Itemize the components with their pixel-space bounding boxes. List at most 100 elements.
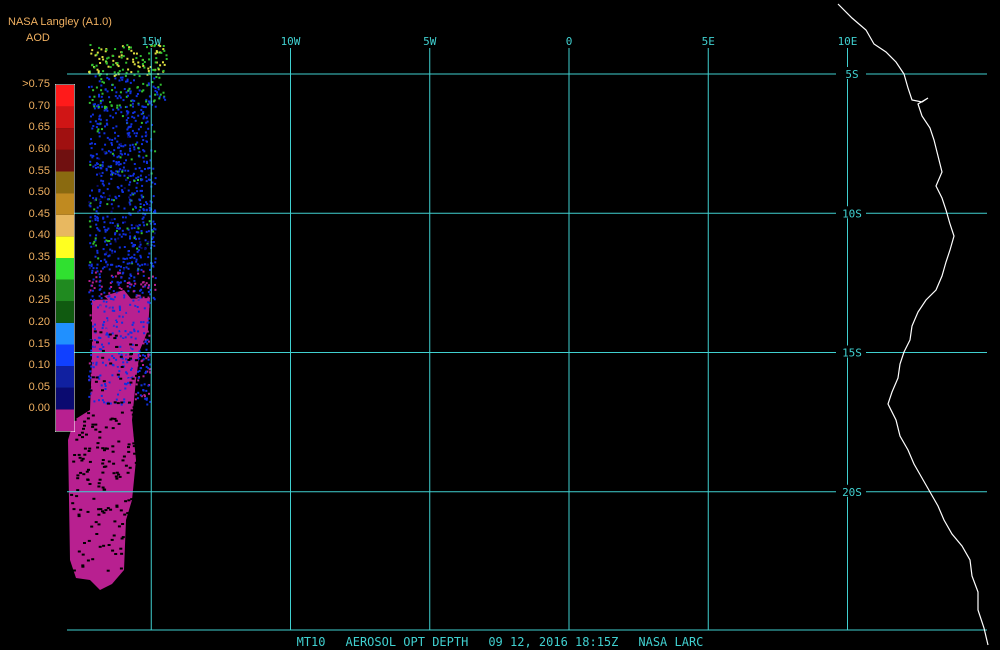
aod-pixel <box>148 95 151 98</box>
aod-gap <box>124 500 128 503</box>
aod-pixel <box>159 93 162 96</box>
aod-pixel <box>142 156 145 159</box>
aod-pixel <box>110 104 113 107</box>
aod-pixel <box>93 354 96 357</box>
aod-pixel <box>148 209 151 212</box>
aod-pixel <box>89 289 92 292</box>
aod-pixel <box>119 269 121 272</box>
aod-pixel <box>141 189 143 192</box>
aod-pixel <box>128 87 131 90</box>
aod-gap <box>128 466 132 469</box>
aod-gap <box>131 413 135 416</box>
aod-pixel <box>129 144 132 147</box>
aod-pixel <box>105 61 108 64</box>
aod-pixel <box>120 235 123 238</box>
aod-gap <box>117 422 121 425</box>
aod-pixel <box>102 58 105 61</box>
aod-gap <box>102 380 106 383</box>
aod-pixel <box>138 264 141 267</box>
aod-pixel <box>100 89 103 92</box>
aod-pixel <box>148 392 150 395</box>
aod-pixel <box>162 91 165 94</box>
aod-pixel <box>121 68 124 71</box>
aod-pixel <box>142 82 145 85</box>
aod-gap <box>127 499 131 502</box>
aod-pixel <box>105 319 108 322</box>
aod-pixel <box>146 321 149 324</box>
aod-pixel <box>141 196 144 199</box>
aod-pixel <box>145 176 148 179</box>
caption-field: AEROSOL OPT DEPTH <box>345 635 469 649</box>
map-caption: MT10 AEROSOL OPT DEPTH 09 12, 2016 18:15Z N… <box>0 635 1000 649</box>
aod-pixel <box>130 224 133 227</box>
aod-pixel <box>163 49 166 52</box>
aod-gap <box>120 401 124 404</box>
aod-pixel <box>123 207 126 210</box>
aod-pixel <box>118 246 121 249</box>
aod-pixel <box>111 332 114 335</box>
aod-gap <box>102 544 106 547</box>
aod-gap <box>112 472 116 475</box>
aod-pixel <box>142 221 145 224</box>
aod-pixel <box>94 143 97 145</box>
aod-pixel <box>107 335 110 338</box>
aod-pixel <box>109 263 112 266</box>
aod-pixel <box>92 381 95 384</box>
aod-pixel <box>111 300 114 303</box>
aod-pixel <box>122 361 125 364</box>
aod-gap <box>79 471 83 474</box>
aod-pixel <box>144 131 147 134</box>
aod-pixel <box>89 242 92 245</box>
aod-pixel <box>98 273 101 276</box>
aod-pixel <box>91 99 94 101</box>
aod-pixel <box>121 78 124 81</box>
legend-level-label: 0.50 <box>28 186 50 199</box>
aod-pixel <box>97 228 100 231</box>
aod-pixel <box>154 283 156 286</box>
aod-pixel <box>89 120 92 123</box>
aod-pixel <box>91 369 94 372</box>
aod-gap <box>98 478 102 481</box>
aod-gap <box>91 423 95 426</box>
aod-pixel <box>104 240 107 243</box>
aod-pixel <box>133 99 136 102</box>
aod-pixel <box>154 228 157 231</box>
aod-pixel <box>128 46 131 49</box>
aod-pixel <box>91 269 94 272</box>
aod-pixel <box>154 87 157 89</box>
aod-pixel <box>95 167 97 169</box>
aod-pixel <box>103 258 106 261</box>
aod-gap <box>131 377 135 380</box>
aod-pixel <box>129 81 132 84</box>
aod-gap <box>86 559 90 562</box>
aod-pixel <box>103 321 106 323</box>
aod-gap <box>113 337 117 340</box>
aod-pixel <box>96 355 99 358</box>
aod-pixel <box>90 85 93 88</box>
aod-gap <box>77 550 81 553</box>
aod-pixel <box>119 227 121 230</box>
aod-pixel <box>90 138 92 141</box>
aod-pixel <box>144 168 146 170</box>
aod-pixel <box>142 375 145 378</box>
aod-gap <box>113 520 117 523</box>
aod-pixel <box>142 111 145 114</box>
aod-pixel <box>95 234 98 237</box>
aod-pixel <box>123 280 126 283</box>
aod-gap <box>76 362 80 365</box>
aod-pixel <box>136 269 139 272</box>
aod-pixel <box>154 223 156 225</box>
aod-pixel <box>141 143 143 146</box>
aod-gap <box>75 495 79 498</box>
aod-pixel <box>147 114 150 117</box>
aod-gap <box>84 399 88 402</box>
aod-pixel <box>113 218 116 221</box>
aod-pixel <box>154 61 157 64</box>
aod-pixel <box>94 237 97 240</box>
aod-gap <box>120 537 124 540</box>
aod-pixel <box>97 370 100 373</box>
aod-pixel <box>101 161 104 164</box>
aod-pixel <box>124 144 127 147</box>
aod-pixel <box>127 189 130 192</box>
aod-pixel <box>144 106 147 109</box>
